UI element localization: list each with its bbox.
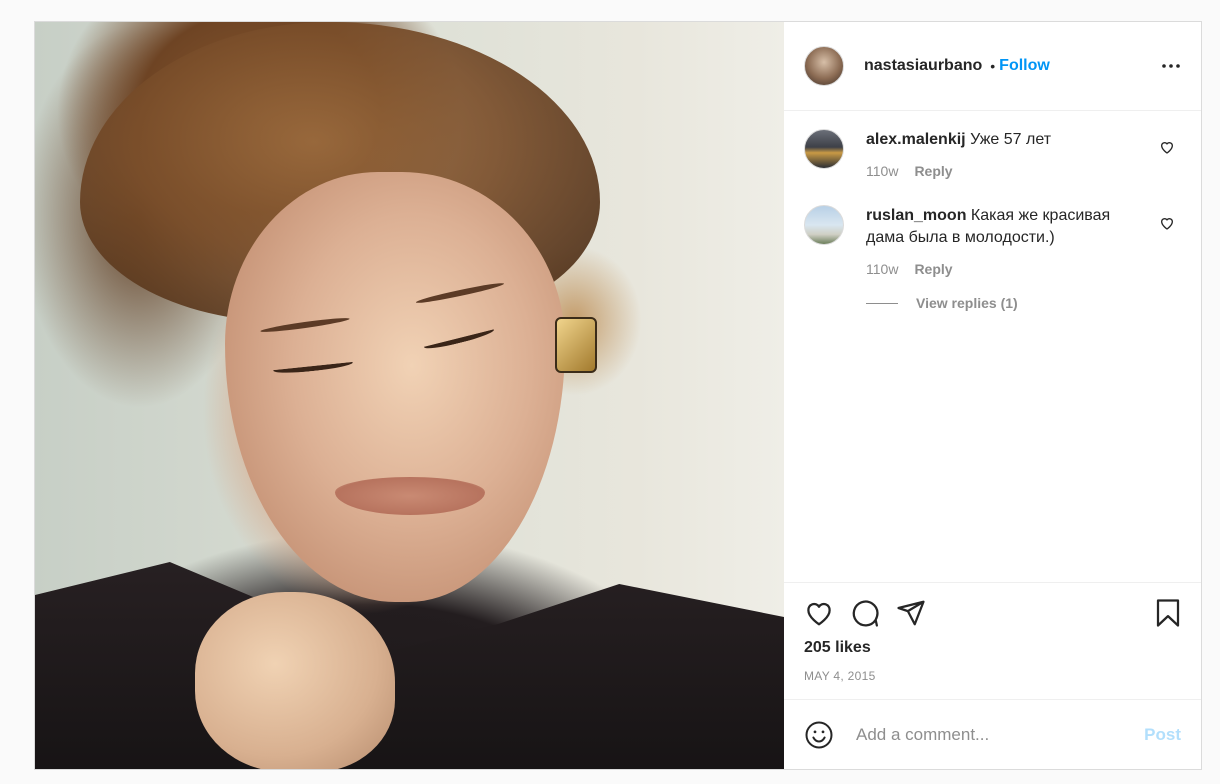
comment-like-heart-icon[interactable] (1159, 215, 1175, 231)
add-comment-input[interactable] (854, 723, 1145, 746)
post-sidebar: nastasiaurbano • Follow alex.malenkij Уж… (784, 22, 1201, 769)
more-horizontal-icon[interactable] (1159, 54, 1183, 78)
commenter-avatar[interactable] (804, 129, 844, 169)
emoji-icon[interactable] (804, 720, 834, 750)
photo-earring (555, 317, 597, 373)
photo-hand (195, 592, 395, 769)
comment-item: alex.malenkij Уже 57 лет 110w Reply (804, 129, 1185, 179)
post-comment-button[interactable]: Post (1144, 725, 1181, 745)
follow-button[interactable]: Follow (999, 57, 1050, 75)
comment-text-line: ruslan_moon Какая же красивая дама была … (866, 205, 1116, 249)
comment-text: Уже 57 лет (970, 131, 1052, 148)
heart-icon[interactable] (804, 598, 834, 628)
view-replies-label: View replies (1) (916, 295, 1018, 311)
header-separator: • (990, 58, 996, 74)
comment-icon[interactable] (850, 598, 880, 628)
owner-username[interactable]: nastasiaurbano (864, 57, 982, 75)
owner-avatar[interactable] (804, 46, 844, 86)
reply-button[interactable]: Reply (914, 163, 952, 179)
comment-text-line: alex.malenkij Уже 57 лет (866, 129, 1116, 151)
bookmark-icon[interactable] (1153, 598, 1183, 628)
reply-button[interactable]: Reply (914, 261, 952, 277)
comment-age[interactable]: 110w (866, 261, 898, 277)
commenter-avatar[interactable] (804, 205, 844, 245)
view-replies-button[interactable]: View replies (1) (866, 295, 1185, 311)
post-photo[interactable] (35, 22, 784, 769)
share-icon[interactable] (896, 598, 926, 628)
comment-age[interactable]: 110w (866, 163, 898, 179)
commenter-username[interactable]: ruslan_moon (866, 207, 966, 224)
post-actions: 205 likes MAY 4, 2015 (784, 582, 1201, 699)
post-header: nastasiaurbano • Follow (784, 22, 1201, 111)
add-comment-bar: Post (784, 699, 1201, 769)
post-date[interactable]: MAY 4, 2015 (804, 669, 1183, 683)
comment-like-heart-icon[interactable] (1159, 139, 1175, 155)
replies-divider-line (866, 302, 898, 304)
commenter-username[interactable]: alex.malenkij (866, 131, 966, 148)
photo-face (225, 172, 565, 602)
likes-count[interactable]: 205 likes (804, 639, 1183, 657)
comment-item: ruslan_moon Какая же красивая дама была … (804, 205, 1185, 277)
post-modal: nastasiaurbano • Follow alex.malenkij Уж… (34, 21, 1202, 770)
comments-list[interactable]: alex.malenkij Уже 57 лет 110w Reply rusl… (784, 111, 1201, 582)
